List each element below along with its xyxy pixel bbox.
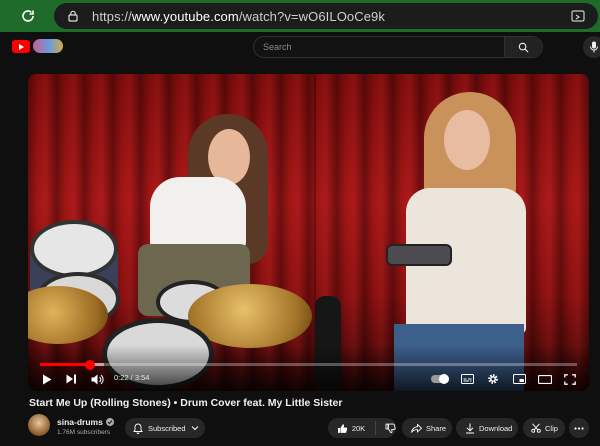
channel-name[interactable]: sina-drums	[57, 417, 103, 427]
like-count[interactable]: 20K	[352, 424, 365, 433]
thumbs-up-icon[interactable]	[337, 423, 348, 434]
progress-bar[interactable]	[40, 359, 577, 370]
drummer-shirt	[150, 177, 246, 252]
volume-icon	[91, 374, 104, 384]
subscribed-label: Subscribed	[148, 423, 186, 433]
bell-icon	[133, 423, 143, 434]
app-available-icon[interactable]	[570, 8, 586, 24]
channel-name-row[interactable]: sina-drums	[57, 417, 114, 427]
microphone-icon	[590, 41, 598, 53]
handheld-device	[386, 244, 452, 266]
download-button[interactable]: Download	[456, 418, 518, 438]
fullscreen-button[interactable]	[561, 370, 579, 388]
search-button[interactable]	[504, 37, 542, 57]
reload-icon[interactable]	[16, 4, 40, 28]
verified-icon	[105, 418, 114, 426]
miniplayer-button[interactable]	[510, 370, 528, 388]
volume-button[interactable]	[88, 370, 106, 388]
play-button[interactable]	[38, 370, 56, 388]
like-dislike-group: 20K	[328, 418, 396, 438]
played-bar	[40, 363, 91, 366]
share-button[interactable]: Share	[402, 418, 452, 438]
address-bar[interactable]: https://www.youtube.com/watch?v=wO6ILOoC…	[54, 3, 598, 29]
url-path: /watch?v=wO6ILOoCe9k	[238, 8, 385, 24]
search-box[interactable]: Search	[253, 36, 543, 58]
browser-toolbar: https://www.youtube.com/watch?v=wO6ILOoC…	[0, 0, 600, 32]
sister-face	[444, 110, 490, 170]
tom-drum	[30, 220, 118, 278]
gear-icon	[488, 374, 498, 384]
fullscreen-icon	[564, 373, 576, 385]
site-info-icon[interactable]	[64, 7, 82, 25]
skip-next-icon	[66, 374, 76, 384]
youtube-header: Search	[0, 32, 600, 62]
clip-button[interactable]: Clip	[523, 418, 565, 438]
play-icon	[43, 374, 52, 384]
voice-search-button[interactable]	[583, 36, 600, 58]
video-player[interactable]: 0:22 / 3:54 HD	[28, 74, 589, 391]
channel-avatar[interactable]	[28, 414, 50, 436]
url-text[interactable]: https://www.youtube.com/watch?v=wO6ILOoC…	[92, 9, 385, 24]
search-icon	[518, 42, 529, 52]
time-display: 0:22 / 3:54	[114, 373, 150, 382]
like-divider	[375, 421, 377, 435]
theater-icon	[538, 374, 552, 384]
chevron-down-icon	[191, 426, 198, 431]
url-prefix: https://	[92, 8, 132, 24]
search-input[interactable]: Search	[263, 42, 292, 52]
subscriber-count: 1.76M subscribers	[57, 429, 111, 436]
subtitles-button[interactable]	[458, 370, 476, 388]
settings-button[interactable]: HD	[484, 370, 502, 388]
download-label: Download	[479, 423, 513, 433]
more-horizontal-icon	[574, 426, 584, 430]
share-label: Share	[426, 423, 447, 433]
share-icon	[411, 423, 422, 433]
download-icon	[466, 423, 474, 433]
youtube-logo-icon[interactable]	[12, 40, 30, 53]
subtitles-icon	[460, 374, 474, 384]
more-actions-button[interactable]	[569, 418, 589, 438]
next-button[interactable]	[62, 370, 80, 388]
scissors-icon	[531, 423, 541, 433]
video-title: Start Me Up (Rolling Stones) • Drum Cove…	[29, 397, 343, 409]
miniplayer-icon	[512, 374, 526, 384]
thumbs-down-icon[interactable]	[385, 423, 396, 434]
clip-label: Clip	[545, 423, 558, 433]
theater-mode-button[interactable]	[536, 370, 554, 388]
doodle-icon[interactable]	[33, 39, 63, 53]
subscribed-button[interactable]: Subscribed	[125, 418, 205, 438]
player-controls: 0:22 / 3:54 HD	[28, 368, 589, 390]
url-domain: www.youtube.com	[131, 8, 239, 24]
autoplay-toggle[interactable]	[431, 374, 449, 384]
